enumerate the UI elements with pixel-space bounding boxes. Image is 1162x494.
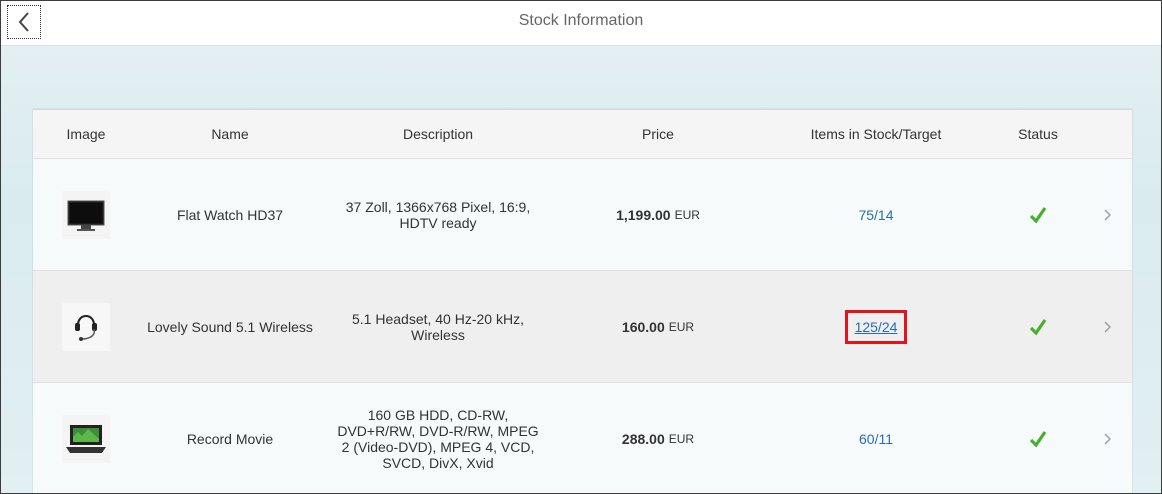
chevron-right-icon bbox=[1104, 209, 1111, 220]
checkmark-icon bbox=[1029, 206, 1047, 223]
headset-image bbox=[62, 302, 110, 351]
product-price: 1,199.00 EUR bbox=[573, 159, 743, 270]
chevron-right-icon bbox=[1104, 433, 1111, 444]
column-header-image: Image bbox=[66, 126, 106, 142]
page-title: Stock Information bbox=[518, 12, 644, 29]
headset-icon bbox=[75, 314, 97, 341]
status-cell bbox=[1018, 383, 1058, 493]
app-window: Stock Information Image Name Description… bbox=[0, 0, 1162, 494]
stock-cell: 125/24 bbox=[796, 271, 956, 382]
page-header: Stock Information bbox=[1, 1, 1161, 46]
price-value: 288.00 bbox=[621, 430, 665, 447]
stock-cell: 60/11 bbox=[796, 383, 956, 493]
column-header-status: Status bbox=[1018, 126, 1058, 142]
product-description: 5.1 Headset, 40 Hz-20 kHz, Wireless bbox=[352, 310, 524, 343]
monitor-image bbox=[62, 190, 110, 239]
product-image-cell bbox=[61, 159, 111, 270]
chevron-right-icon bbox=[1104, 321, 1111, 332]
stock-cell: 75/14 bbox=[796, 159, 956, 270]
product-price: 160.00 EUR bbox=[573, 271, 743, 382]
column-header-stock: Items in Stock/Target bbox=[810, 126, 942, 142]
stock-link[interactable]: 75/14 bbox=[858, 207, 893, 223]
row-nav-cell[interactable] bbox=[1098, 383, 1118, 493]
price-currency: EUR bbox=[668, 431, 695, 446]
laptop-image bbox=[62, 414, 110, 463]
table-row[interactable]: Flat Watch HD37 37 Zoll, 1366x768 Pixel,… bbox=[33, 159, 1132, 271]
table-header: Image Name Description Price Items in St… bbox=[33, 110, 1132, 159]
product-description: 160 GB HDD, CD-RW, DVD+R/RW, DVD-R/RW, M… bbox=[337, 406, 539, 471]
laptop-icon bbox=[66, 424, 106, 453]
product-name: Record Movie bbox=[186, 430, 274, 447]
stock-link[interactable]: 60/11 bbox=[859, 431, 893, 447]
highlight-box: 125/24 bbox=[844, 309, 908, 344]
checkmark-icon bbox=[1029, 430, 1047, 447]
monitor-icon bbox=[67, 200, 105, 231]
product-image-cell bbox=[61, 271, 111, 382]
product-price: 288.00 EUR bbox=[573, 383, 743, 493]
row-nav-cell[interactable] bbox=[1098, 271, 1118, 382]
row-nav-cell[interactable] bbox=[1098, 159, 1118, 270]
checkmark-icon bbox=[1029, 318, 1047, 335]
price-currency: EUR bbox=[668, 319, 695, 334]
price-value: 160.00 bbox=[621, 318, 665, 335]
product-name: Flat Watch HD37 bbox=[176, 206, 284, 223]
table-row[interactable]: Record Movie 160 GB HDD, CD-RW, DVD+R/RW… bbox=[33, 383, 1132, 493]
product-image-cell bbox=[61, 383, 111, 493]
table-row[interactable]: Lovely Sound 5.1 Wireless 5.1 Headset, 4… bbox=[33, 271, 1132, 383]
price-value: 1,199.00 bbox=[616, 206, 671, 223]
column-header-price: Price bbox=[642, 126, 674, 142]
product-name: Lovely Sound 5.1 Wireless bbox=[147, 318, 313, 335]
price-currency: EUR bbox=[674, 207, 700, 222]
product-description: 37 Zoll, 1366x768 Pixel, 16:9, HDTV read… bbox=[345, 198, 531, 231]
column-header-name: Name bbox=[211, 126, 249, 142]
status-cell bbox=[1018, 159, 1058, 270]
stock-table: Image Name Description Price Items in St… bbox=[33, 109, 1132, 493]
status-cell bbox=[1018, 271, 1058, 382]
column-header-description: Description bbox=[402, 126, 474, 142]
stock-link[interactable]: 125/24 bbox=[855, 319, 898, 335]
